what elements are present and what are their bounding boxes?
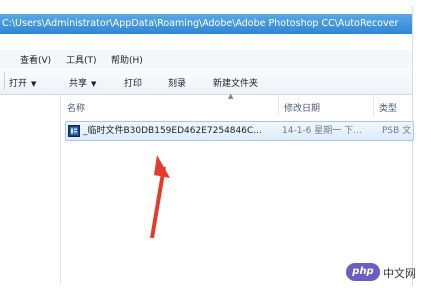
watermark: php 中文网 [346,262,431,284]
watermark-text: 中文网 [383,267,416,280]
annotation-arrow [150,155,170,238]
watermark-logo: php [346,263,380,281]
